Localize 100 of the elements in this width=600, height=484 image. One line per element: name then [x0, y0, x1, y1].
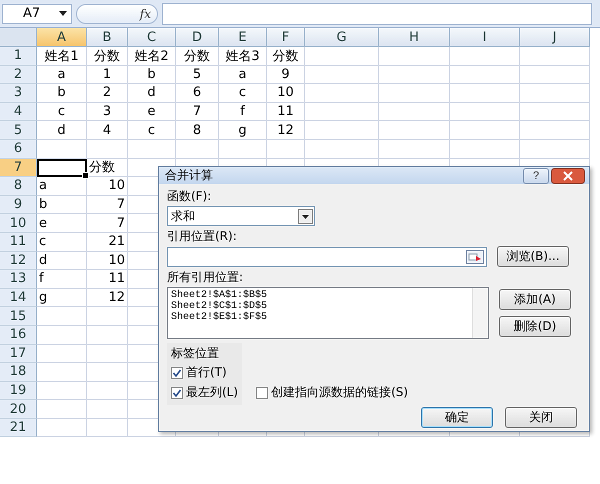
row-header[interactable]: 12	[0, 252, 37, 270]
table-cell: 9	[267, 66, 305, 84]
row-header[interactable]: 21	[0, 418, 37, 438]
row-header[interactable]: 13	[0, 270, 37, 289]
table-cell	[379, 102, 450, 122]
table-cell	[379, 84, 450, 103]
table-cell: 11	[267, 102, 305, 122]
column-header[interactable]: A	[37, 28, 87, 47]
table-cell: 6	[176, 84, 219, 103]
table-cell	[87, 344, 128, 364]
help-button[interactable]: ?	[523, 168, 549, 184]
table-cell: f	[219, 102, 267, 122]
row-header[interactable]: 14	[0, 288, 37, 308]
row-header[interactable]: 15	[0, 307, 37, 326]
group-label: 标签位置	[171, 345, 220, 361]
column-header[interactable]: G	[305, 28, 379, 47]
column-header[interactable]: I	[450, 28, 520, 47]
column-header[interactable]: C	[128, 28, 176, 47]
row-header[interactable]: 2	[0, 66, 37, 84]
collapse-dialog-icon[interactable]	[466, 250, 484, 264]
column-header[interactable]: B	[87, 28, 128, 47]
column-header[interactable]: E	[219, 28, 267, 47]
reference-field[interactable]	[167, 246, 487, 266]
row-header[interactable]: 18	[0, 363, 37, 382]
row-header[interactable]: 4	[0, 102, 37, 122]
table-cell	[128, 140, 176, 159]
table-cell: d	[128, 84, 176, 103]
add-button[interactable]: 添加(A)	[499, 289, 571, 310]
table-cell	[450, 102, 520, 122]
reference-item[interactable]: Sheet2!$C$1:$D$5	[171, 301, 469, 312]
row-header[interactable]: 7	[0, 158, 37, 178]
name-box[interactable]: A7	[2, 4, 72, 24]
table-cell: 1	[87, 66, 128, 84]
row-header[interactable]: 8	[0, 177, 37, 196]
row-header[interactable]: 10	[0, 214, 37, 233]
table-cell	[450, 47, 520, 66]
column-header[interactable]: F	[267, 28, 305, 47]
table-cell: g	[219, 121, 267, 140]
table-cell: e	[128, 102, 176, 122]
table-cell: 12	[87, 288, 128, 308]
active-cell[interactable]	[37, 158, 87, 178]
table-cell: 5	[176, 66, 219, 84]
table-cell: 姓名3	[219, 47, 267, 66]
table-cell: b	[37, 196, 87, 214]
table-cell: c	[37, 102, 87, 122]
table-cell: 10	[267, 84, 305, 103]
checkbox[interactable]	[171, 386, 183, 398]
row-header[interactable]: 5	[0, 121, 37, 140]
table-cell: f	[37, 270, 87, 289]
browse-button[interactable]: 浏览(B)...	[497, 246, 569, 267]
table-cell: 12	[267, 121, 305, 140]
dialog-title: 合并计算	[165, 167, 213, 184]
row-header[interactable]: 11	[0, 232, 37, 252]
table-cell: 分数	[87, 158, 128, 178]
caret-icon[interactable]	[59, 11, 67, 16]
column-header[interactable]: J	[520, 28, 590, 47]
table-cell	[87, 418, 128, 438]
table-cell: 8	[176, 121, 219, 140]
table-cell: 分数	[87, 47, 128, 66]
insert-function-button[interactable]: fx	[140, 6, 151, 20]
close-button[interactable]: 关闭	[505, 407, 577, 428]
fill-handle[interactable]	[82, 172, 89, 180]
checkbox-label[interactable]: 首行(T)	[186, 364, 227, 381]
formula-field[interactable]	[162, 2, 592, 24]
table-cell: c	[128, 121, 176, 140]
references-list[interactable]: Sheet2!$A$1:$B$5 Sheet2!$C$1:$D$5 Sheet2!$E$1:$F$5	[167, 287, 489, 339]
checkbox-label[interactable]: 最左列(L)	[186, 384, 238, 401]
row-header[interactable]: 16	[0, 326, 37, 344]
table-cell: 21	[87, 232, 128, 252]
checkbox-label[interactable]: 创建指向源数据的链接(S)	[271, 384, 408, 401]
scrollbar[interactable]	[472, 288, 488, 338]
delete-button[interactable]: 删除(D)	[499, 316, 571, 337]
table-cell: 2	[87, 84, 128, 103]
row-header[interactable]: 1	[0, 47, 37, 66]
checkbox[interactable]	[256, 386, 268, 398]
column-header[interactable]: D	[176, 28, 219, 47]
function-dropdown[interactable]: 求和	[167, 206, 315, 226]
reference-item[interactable]: Sheet2!$E$1:$F$5	[171, 312, 469, 323]
ok-button[interactable]: 确定	[421, 407, 493, 428]
row-header[interactable]: 3	[0, 84, 37, 103]
close-icon[interactable]	[551, 168, 585, 184]
table-cell	[520, 121, 590, 140]
table-cell	[450, 121, 520, 140]
table-cell: 7	[176, 102, 219, 122]
reference-label: 引用位置(R):	[167, 228, 238, 244]
row-header[interactable]: 9	[0, 196, 37, 214]
reference-item[interactable]: Sheet2!$A$1:$B$5	[171, 290, 469, 301]
row-header[interactable]: 20	[0, 400, 37, 419]
row-header[interactable]: 17	[0, 344, 37, 364]
row-header[interactable]: 6	[0, 140, 37, 159]
row-header[interactable]: 19	[0, 382, 37, 400]
column-header[interactable]: H	[379, 28, 450, 47]
function-label: 函数(F):	[167, 188, 212, 204]
table-cell: d	[37, 252, 87, 270]
table-cell	[520, 84, 590, 103]
table-cell	[520, 102, 590, 122]
checkbox[interactable]	[171, 366, 183, 378]
table-cell: 分数	[176, 47, 219, 66]
table-cell: 姓名2	[128, 47, 176, 66]
table-cell	[520, 66, 590, 84]
